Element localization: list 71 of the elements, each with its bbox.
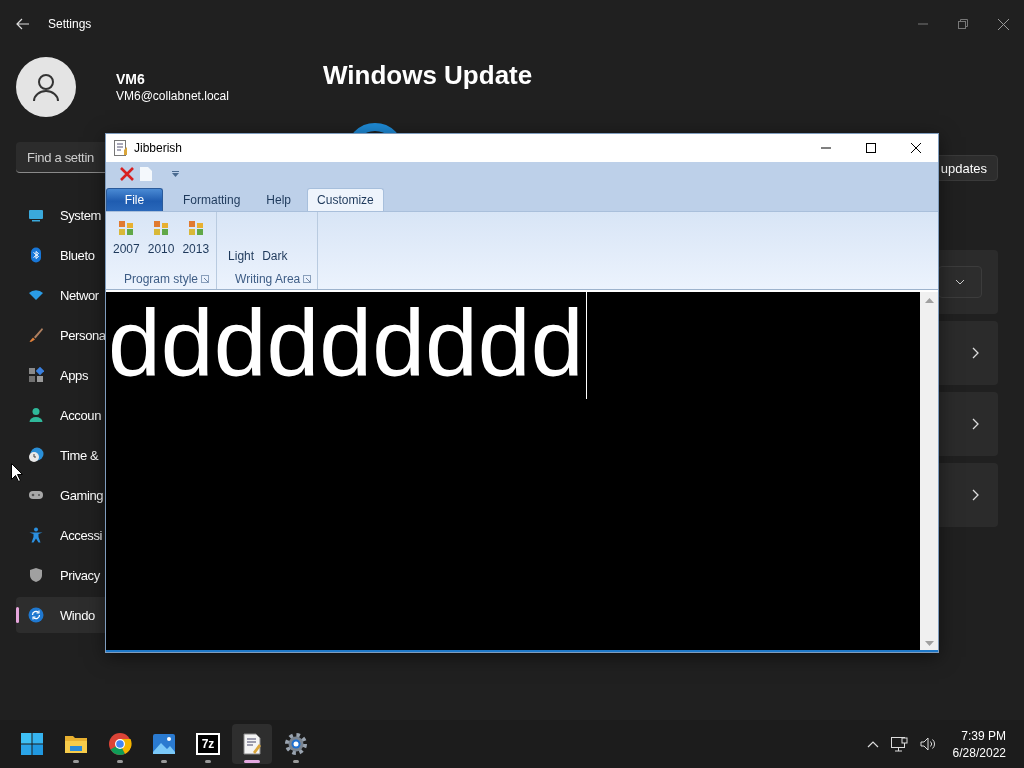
launcher-icon[interactable]: [201, 275, 210, 283]
browser-icon: [108, 732, 132, 756]
photo-icon: [152, 732, 176, 756]
clock[interactable]: 7:39 PM 6/28/2022: [952, 728, 1006, 760]
file-menu-button[interactable]: File: [106, 188, 163, 211]
brush-icon: [28, 327, 44, 343]
selection-indicator: [16, 607, 19, 623]
network-icon[interactable]: [890, 736, 908, 752]
monitor-icon: [28, 207, 44, 223]
ribbon-tab[interactable]: Customize: [307, 188, 384, 211]
nav-item[interactable]: Windo: [16, 597, 105, 633]
taskbar-button[interactable]: [232, 724, 272, 764]
nav-item[interactable]: Gaming: [16, 477, 105, 513]
style-button[interactable]: 2010: [146, 218, 176, 269]
restore-icon[interactable]: [958, 19, 968, 29]
nav-item[interactable]: Accoun: [16, 397, 105, 433]
apps-icon: [28, 367, 44, 383]
bluetooth-icon: [28, 247, 44, 263]
nav-item[interactable]: Privacy: [16, 557, 105, 593]
nav-item[interactable]: Networ: [16, 277, 105, 313]
chevron-right-icon: [972, 489, 979, 501]
chevron-right-icon: [972, 347, 979, 359]
ribbon-button[interactable]: Light: [227, 247, 256, 265]
text-area[interactable]: ddddddddd: [106, 292, 920, 650]
blocks-icon: [153, 220, 170, 236]
windows-logo-icon: [20, 732, 44, 756]
close-icon[interactable]: [910, 143, 921, 153]
volume-icon[interactable]: [919, 737, 937, 751]
ribbon-tab[interactable]: Help: [256, 188, 302, 211]
clock-time: 7:39 PM: [961, 728, 1006, 743]
dropdown[interactable]: [938, 266, 982, 298]
chevron-down-icon: [955, 279, 965, 285]
group-label: Writing Area: [235, 272, 301, 286]
shield-icon: [28, 567, 44, 583]
person-icon: [28, 407, 44, 423]
nav-item[interactable]: Persona: [16, 317, 105, 353]
document-icon: [240, 732, 264, 756]
clock-icon: [28, 447, 44, 463]
dropdown-icon[interactable]: [172, 171, 179, 177]
wifi-icon: [28, 287, 44, 303]
nav-item[interactable]: Blueto: [16, 237, 105, 273]
person-icon: [31, 72, 61, 102]
taskbar-button[interactable]: 7z: [188, 724, 228, 764]
ribbon-tab[interactable]: Formatting: [173, 188, 251, 211]
document-icon: [114, 140, 128, 156]
user-name: VM6: [116, 71, 146, 87]
nav-item[interactable]: Time &: [16, 437, 105, 473]
maximize-icon[interactable]: [865, 143, 876, 153]
gear-icon: [284, 732, 308, 756]
launcher-icon[interactable]: [303, 275, 312, 283]
close-icon[interactable]: [998, 18, 1009, 30]
nav-item[interactable]: Apps: [16, 357, 105, 393]
style-button[interactable]: 2013: [181, 218, 211, 269]
ribbon-button[interactable]: Dark: [261, 247, 289, 265]
chevron-up-icon[interactable]: [866, 740, 879, 748]
user-email: VM6@collabnet.local: [116, 89, 229, 103]
nav-item[interactable]: System: [16, 197, 105, 233]
blocks-icon: [118, 220, 135, 236]
style-button[interactable]: 2007: [112, 218, 141, 269]
nav-item[interactable]: Accessi: [16, 517, 105, 553]
blocks-icon: [187, 220, 204, 236]
clock-date: 6/28/2022: [952, 745, 1006, 760]
window-title: Settings: [48, 17, 92, 31]
window-title: Jibberish: [134, 141, 183, 155]
group-label: Program style: [124, 272, 199, 286]
editor-text: ddddddddd: [107, 296, 584, 391]
back-arrow-icon[interactable]: [16, 18, 30, 30]
mouse-pointer-icon: [11, 463, 23, 482]
page-title: Windows Update: [323, 59, 534, 92]
chevron-right-icon: [972, 418, 979, 430]
cross-icon[interactable]: [120, 167, 134, 181]
